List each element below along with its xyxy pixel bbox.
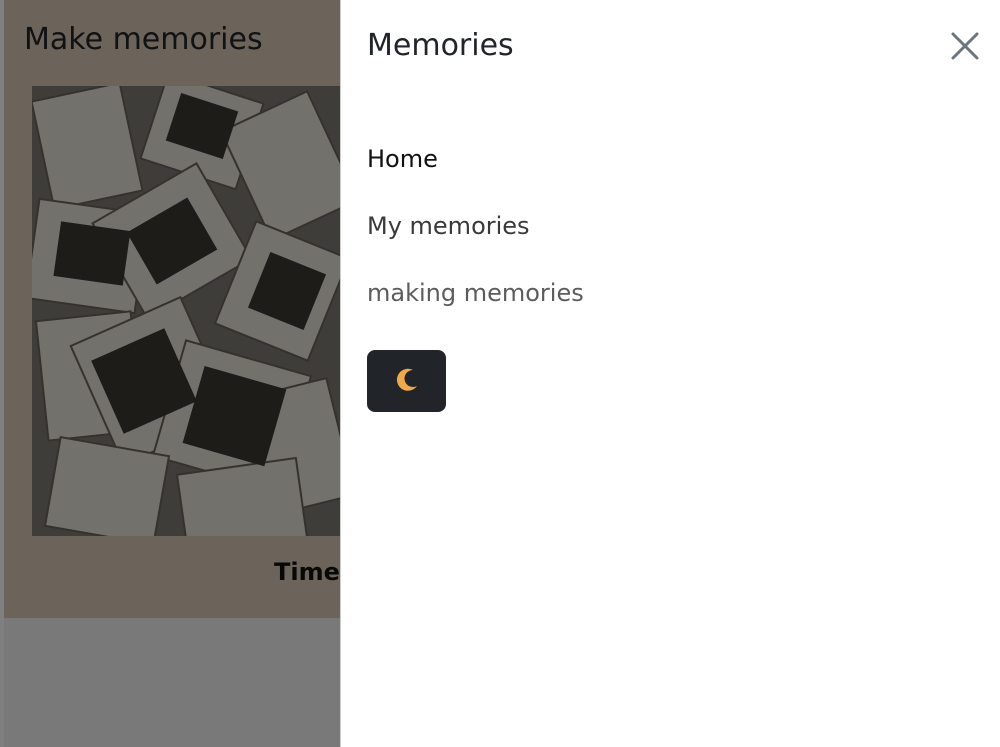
- moon-icon: [393, 366, 421, 397]
- offcanvas-backdrop[interactable]: [0, 0, 340, 747]
- close-icon[interactable]: [945, 26, 985, 66]
- nav-link-my-memories[interactable]: My memories: [367, 207, 584, 274]
- nav-link-making-memories[interactable]: making memories: [367, 274, 584, 341]
- nav-link-home[interactable]: Home: [367, 140, 584, 207]
- page: Make memories: [0, 0, 1000, 747]
- offcanvas-panel: Memories Home My memories making memorie…: [340, 0, 1000, 747]
- offcanvas-nav: Home My memories making memories: [367, 140, 584, 341]
- theme-toggle-button[interactable]: [367, 350, 446, 412]
- offcanvas-title: Memories: [367, 28, 514, 63]
